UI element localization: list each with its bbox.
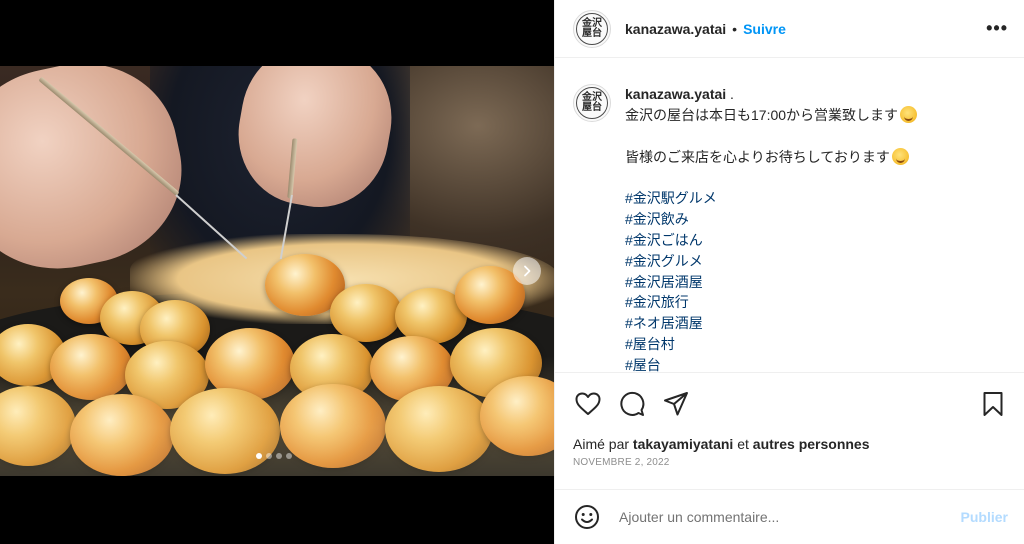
liked-by-user-link[interactable]: takayamiyatani (633, 436, 733, 452)
carousel-dot (256, 453, 262, 459)
action-bar (573, 387, 1008, 421)
likes-connector: et (733, 436, 753, 452)
post-actions-section: Aimé par takayamiyatani et autres person… (555, 372, 1024, 468)
carousel-dot (286, 453, 292, 459)
likes-summary: Aimé par takayamiyatani et autres person… (573, 436, 1008, 452)
hashtag-link[interactable]: #金沢グルメ (625, 251, 917, 272)
comment-input[interactable] (619, 509, 961, 525)
smiling-face-emoji-icon (891, 147, 909, 165)
like-button[interactable] (573, 389, 603, 419)
carousel-indicator (256, 453, 292, 459)
follow-button[interactable]: Suivre (743, 21, 786, 37)
comment-composer: Publier (555, 489, 1024, 544)
instagram-post: 金沢 屋台 kanazawa.yatai • Suivre ••• 金沢 屋台 … (0, 0, 1024, 544)
publish-button[interactable]: Publier (961, 509, 1008, 525)
caption-username[interactable]: kanazawa.yatai (625, 86, 726, 102)
hashtag-link[interactable]: #金沢ごはん (625, 230, 917, 251)
hashtag-link[interactable]: #屋台 (625, 355, 917, 372)
carousel-next-button[interactable] (513, 257, 541, 285)
header-username[interactable]: kanazawa.yatai (625, 21, 726, 37)
smiley-icon (575, 505, 599, 529)
chevron-right-icon (524, 265, 531, 277)
hashtag-link[interactable]: #金沢旅行 (625, 292, 917, 313)
hashtag-link[interactable]: #金沢飲み (625, 209, 917, 230)
bookmark-icon (983, 392, 1003, 416)
caption-line-1: 金沢の屋台は本日も17:00から営業致します (625, 106, 899, 123)
paper-plane-icon (664, 392, 688, 416)
heart-icon (575, 392, 601, 415)
likes-others-link[interactable]: autres personnes (753, 436, 870, 452)
post-photo-takoyaki[interactable] (0, 66, 554, 476)
post-media (0, 0, 554, 544)
share-button[interactable] (661, 389, 691, 419)
hashtag-link[interactable]: #金沢居酒屋 (625, 272, 917, 293)
avatar[interactable]: 金沢 屋台 (573, 9, 611, 48)
save-button[interactable] (978, 389, 1008, 419)
likes-prefix: Aimé par (573, 436, 633, 452)
avatar-logo: 金沢 屋台 (576, 12, 608, 45)
hashtag-link[interactable]: #金沢駅グルメ (625, 188, 917, 209)
comment-icon (620, 391, 645, 416)
smiling-face-emoji-icon (900, 105, 918, 123)
hashtag-link[interactable]: #屋台村 (625, 334, 917, 355)
carousel-dot (266, 453, 272, 459)
hashtag-link[interactable]: #ネオ居酒屋 (625, 313, 917, 334)
header-separator: • (732, 20, 738, 37)
caption-avatar[interactable]: 金沢 屋台 (573, 84, 611, 122)
caption-area: 金沢 屋台 kanazawa.yatai . 金沢の屋台は本日も17:00から営… (555, 59, 1024, 372)
post-header: 金沢 屋台 kanazawa.yatai • Suivre ••• (555, 0, 1024, 58)
caption-suffix: . (726, 86, 734, 102)
comment-button[interactable] (617, 389, 647, 419)
post-date[interactable]: NOVEMBRE 2, 2022 (573, 457, 1008, 468)
post-side-panel: 金沢 屋台 kanazawa.yatai • Suivre ••• 金沢 屋台 … (554, 0, 1024, 544)
hashtag-list: #金沢駅グルメ #金沢飲み #金沢ごはん #金沢グルメ #金沢居酒屋 #金沢旅行… (625, 188, 917, 372)
avatar-logo: 金沢 屋台 (576, 87, 608, 119)
caption-text: kanazawa.yatai . 金沢の屋台は本日も17:00から営業致します … (625, 84, 918, 372)
carousel-dot (276, 453, 282, 459)
emoji-picker-button[interactable] (573, 503, 601, 531)
more-options-icon[interactable]: ••• (986, 18, 1008, 39)
caption-line-2: 皆様のご来店を心よりお待ちしております (625, 148, 890, 165)
